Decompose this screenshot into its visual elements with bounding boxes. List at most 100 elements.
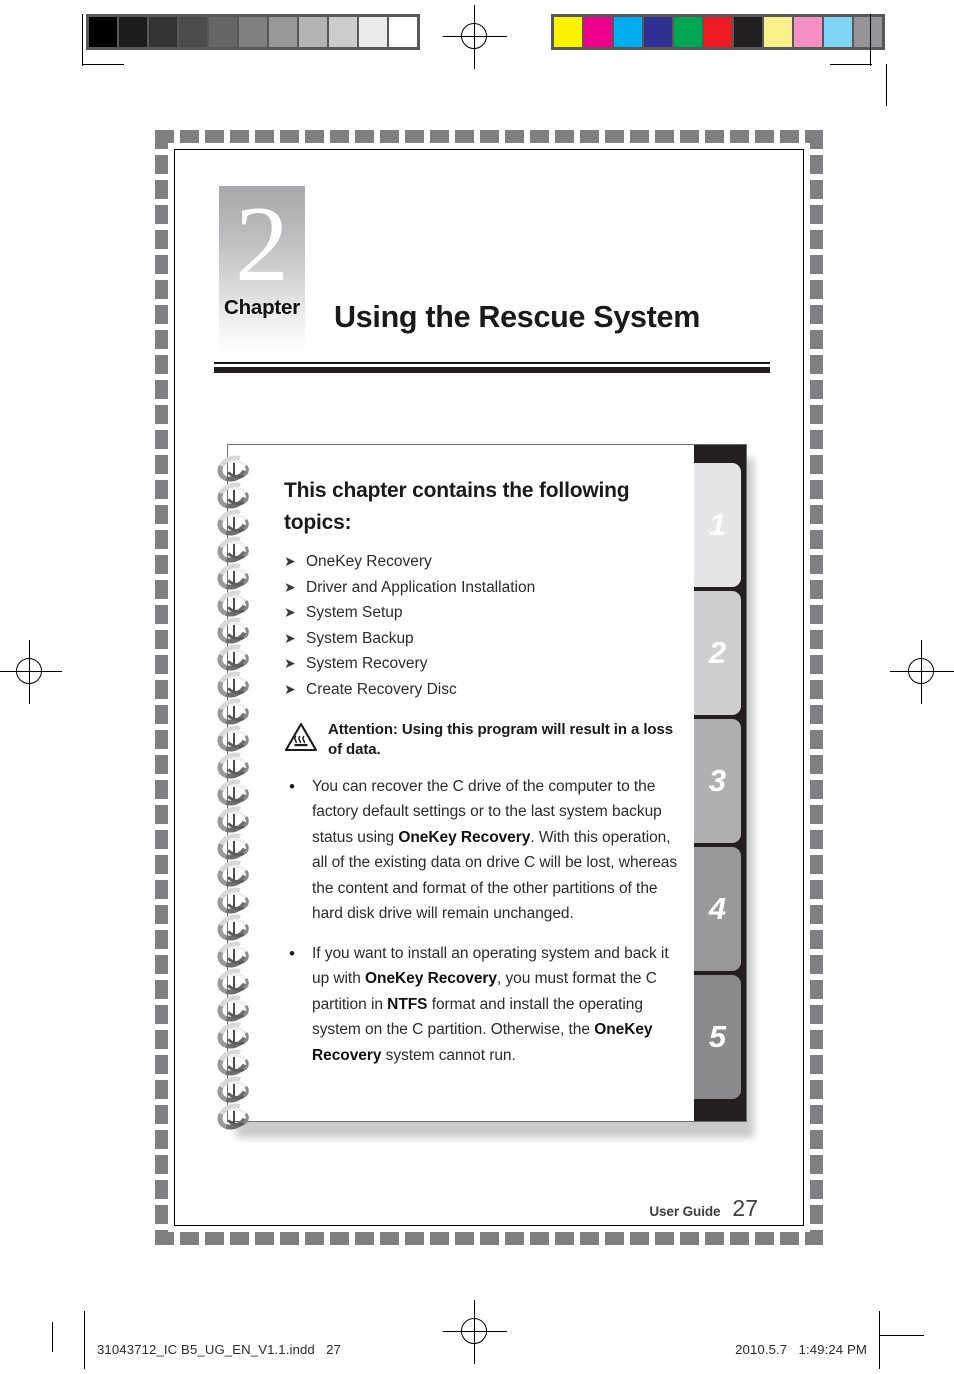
print-filename: 31043712_IC B5_UG_EN_V1.1.indd 27 [97,1342,341,1357]
chapter-tab-number: 1 [708,506,727,542]
emphasised-term: OneKey Recovery [398,828,531,846]
spiral-ring [213,450,257,487]
chapter-tab-3[interactable]: 3 [694,719,741,843]
topic-item: ➤ System Backup [284,626,688,652]
crop-mark-tl-h [82,64,124,66]
registration-mark-top [443,5,507,69]
topic-label: System Recovery [306,655,428,673]
spiral-ring [213,558,257,595]
registration-mark-bottom [443,1300,507,1364]
color-swatch-5 [704,17,732,47]
chapter-tab-2[interactable]: 2 [694,591,741,715]
arrow-bullet-icon: ➤ [284,655,296,672]
reg-circle [16,658,42,684]
bullet-dot-icon: • [289,943,295,963]
chapter-tab-5[interactable]: 5 [694,975,741,1099]
registration-mark-right [890,640,954,704]
emphasised-term: NTFS [387,995,428,1013]
arrow-bullet-icon: ➤ [284,629,296,646]
grayscale-swatch-1 [119,17,147,47]
emphasised-term: OneKey Recovery [365,970,497,988]
color-swatch-2 [614,17,642,47]
grayscale-swatch-8 [329,17,357,47]
grayscale-swatch-3 [179,17,207,47]
spiral-ring [213,936,257,973]
attention-block: Attention: Using this program will resul… [284,720,688,760]
spiral-ring [213,477,257,514]
spiral-ring [213,639,257,676]
topic-label: System Backup [306,629,414,647]
grayscale-swatch-2 [149,17,177,47]
spiral-ring [213,990,257,1027]
panel-content: This chapter contains the following topi… [284,475,688,1068]
footer-label: User Guide [649,1204,721,1219]
spiral-ring [213,1044,257,1081]
registration-mark-left [0,640,62,704]
bullet-dot-icon: • [289,776,295,796]
print-timestamp: 2010.5.7 1:49:24 PM [735,1342,867,1357]
grayscale-swatch-7 [299,17,327,47]
arrow-bullet-icon: ➤ [284,680,296,697]
page-border-right [810,130,823,1245]
print-time: 1:49:24 PM [798,1342,867,1357]
topic-list: ➤ OneKey Recovery ➤ Driver and Application … [284,549,688,703]
chapter-tab-number: 2 [708,634,727,670]
topic-label: OneKey Recovery [306,553,432,570]
print-rule-left [84,1311,86,1369]
topic-label: Driver and Application Installation [306,578,536,596]
grayscale-calibration-bar [86,14,420,50]
color-swatch-9 [824,17,852,47]
grayscale-swatch-10 [389,17,417,47]
spiral-ring [213,909,257,946]
grayscale-swatch-4 [209,17,237,47]
spiral-ring [213,1017,257,1054]
topic-item: ➤ OneKey Recovery [284,549,688,575]
spiral-ring [213,1071,257,1108]
reg-circle [461,23,487,49]
spiral-ring [213,747,257,784]
grayscale-swatch-9 [359,17,387,47]
spiral-ring [213,801,257,838]
spiral-ring [213,666,257,703]
spiral-ring [213,1098,257,1135]
page-border-top [155,130,823,143]
arrow-bullet-icon: ➤ [284,604,296,621]
print-page-number: 27 [326,1342,341,1357]
spiral-ring [213,531,257,568]
color-swatch-10 [854,17,882,47]
color-swatch-4 [674,17,702,47]
chapter-tab-4[interactable]: 4 [694,847,741,971]
grayscale-swatch-5 [239,17,267,47]
topic-item: ➤ System Recovery [284,651,688,677]
hot-surface-warning-icon [284,720,328,757]
note-text: If you want to install an operating syst… [312,944,669,1064]
spiral-ring [213,828,257,865]
topic-label: Create Recovery Disc [306,680,457,698]
crop-mark-tr-v [870,14,872,66]
chapter-badge: 2 Chapter [219,185,305,354]
note-bullet: • You can recover the C drive of the comp… [284,774,688,927]
grayscale-swatch-6 [269,17,297,47]
print-rule-right [878,1311,880,1369]
spiral-ring [213,882,257,919]
page-footer: User Guide 27 [649,1195,758,1222]
note-bullet: • If you want to install an operating sys… [284,941,688,1069]
page-border-left [155,130,168,1245]
spiral-ring [213,585,257,622]
attention-text: Attention: Using this program will resul… [328,720,673,758]
spiral-ring [213,693,257,730]
page-title: Using the Rescue System [334,300,701,334]
print-date: 2010.5.7 [735,1342,788,1357]
crop-mark-tr-h [830,64,872,66]
grayscale-swatch-0 [89,17,117,47]
color-swatch-3 [644,17,672,47]
color-swatch-7 [764,17,792,47]
reg-circle [908,658,934,684]
chapter-label: Chapter [223,296,301,319]
chapter-tab-1[interactable]: 1 [694,463,741,587]
panel-heading: This chapter contains the following topi… [284,479,630,534]
spiral-ring [213,855,257,892]
note-text: You can recover the C drive of the compu… [312,777,678,923]
chapter-tab-number: 3 [708,762,727,798]
crop-mark-tl-v [82,14,84,66]
